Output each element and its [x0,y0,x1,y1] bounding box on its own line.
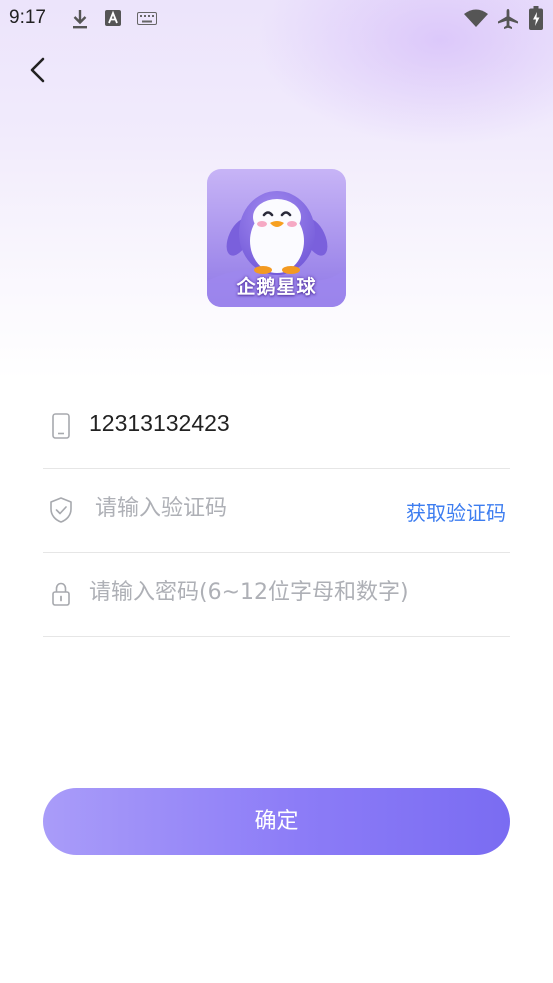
phone-icon [52,413,70,439]
phone-field[interactable]: 12313132423 [43,384,510,469]
verification-code-input[interactable] [95,488,385,528]
airplane-icon [498,9,518,29]
status-bar: 9:17 [0,0,553,38]
app-logo: 企鹅星球 [207,169,346,307]
get-code-button[interactable]: 获取验证码 [406,497,506,526]
password-field[interactable] [43,552,510,637]
password-input[interactable] [89,572,504,612]
code-field[interactable]: 获取验证码 [43,468,510,553]
keyboard-icon [137,12,157,25]
wifi-icon [464,9,488,27]
phone-value[interactable]: 12313132423 [89,410,230,437]
shield-check-icon [50,497,72,523]
logo-text: 企鹅星球 [236,276,317,298]
lock-icon [52,582,70,606]
font-a-icon [105,10,121,26]
back-button[interactable] [20,52,56,88]
battery-charging-icon [529,6,543,30]
status-time: 9:17 [9,7,46,28]
confirm-button[interactable]: 确定 [43,788,510,855]
download-icon [73,10,87,29]
